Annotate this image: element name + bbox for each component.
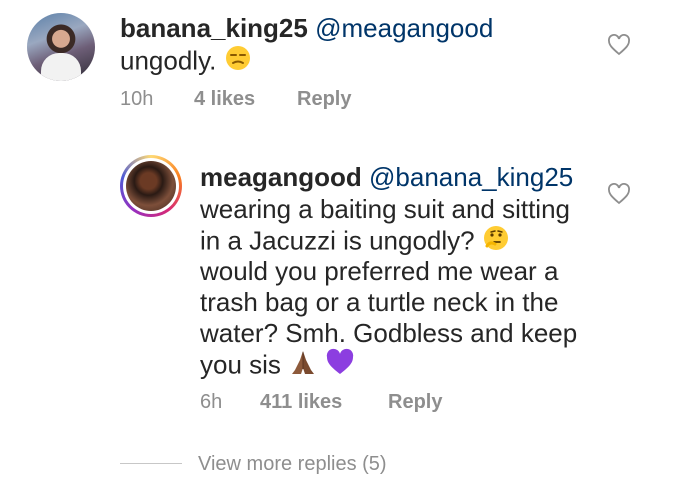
reply-text-line-6: you sis <box>200 349 281 380</box>
comment-time: 10h <box>120 88 154 110</box>
reply-time: 6h <box>200 391 223 413</box>
comment-meta: 10h <box>120 88 153 111</box>
comment-text-line: ungodly. <box>120 46 252 79</box>
unamused-face-icon <box>224 44 252 77</box>
reply-like-heart-icon[interactable] <box>607 183 631 205</box>
comment-mention[interactable]: @meagangood <box>315 13 493 43</box>
reply-text-line-1: wearing a baiting suit and sitting <box>200 194 571 224</box>
reply-reply-button[interactable]: Reply <box>388 391 442 414</box>
reply-username[interactable]: meagangood <box>200 162 362 192</box>
reply-likes[interactable]: 411 likes <box>260 391 342 414</box>
purple-heart-icon <box>325 348 355 381</box>
reply-text-line-2-wrap: in a Jacuzzi is ungodly? <box>200 226 510 259</box>
reply-text-line-4: trash bag or a turtle neck in the <box>200 287 559 317</box>
comment-username[interactable]: banana_king25 <box>120 13 308 43</box>
comment-body: banana_king25 @meagangood <box>120 14 493 42</box>
thinking-face-icon <box>482 224 510 257</box>
reply-header: meagangood @banana_king25 <box>200 163 573 191</box>
replies-divider <box>120 463 182 464</box>
comment-text: ungodly. <box>120 45 217 76</box>
reply-meta: 6h <box>200 391 222 414</box>
replier-avatar[interactable] <box>120 155 182 217</box>
view-more-replies-link[interactable]: View more replies (5) <box>198 453 387 476</box>
comment-likes[interactable]: 4 likes <box>194 88 255 111</box>
reply-text-line-5: water? Smh. Godbless and keep <box>200 318 578 348</box>
comment-reply-button[interactable]: Reply <box>297 88 351 111</box>
reply-text-line-2: in a Jacuzzi is ungodly? <box>200 225 475 256</box>
praying-hands-icon <box>288 348 318 381</box>
like-heart-icon[interactable] <box>607 34 631 56</box>
reply-mention[interactable]: @banana_king25 <box>369 162 573 192</box>
commenter-avatar[interactable] <box>27 13 95 81</box>
reply-text-line-3: would you preferred me wear a <box>200 256 559 286</box>
reply-text-line-6-wrap: you sis <box>200 348 355 383</box>
